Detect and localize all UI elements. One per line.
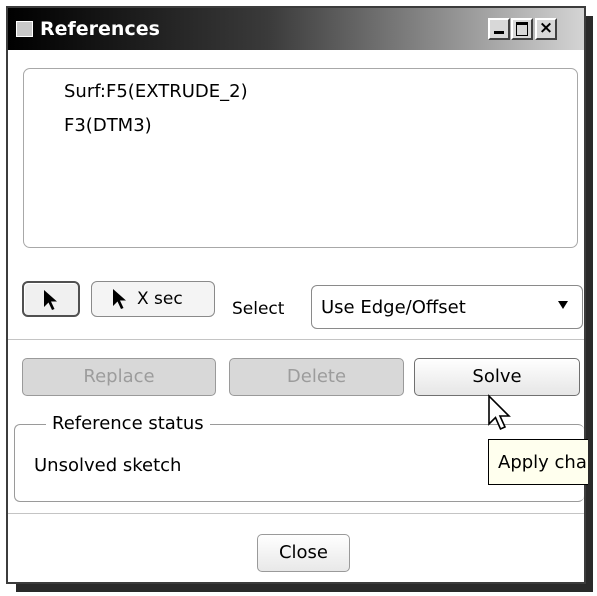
references-dialog: References × Surf:F5(EXTRUDE_2) F3(DTM3)… [6,6,588,584]
close-icon: × [538,18,554,38]
tooltip-text: Apply cha [498,452,587,473]
replace-button[interactable]: Replace [22,358,216,396]
close-button[interactable]: Close [257,534,350,572]
window-icon [16,21,33,37]
minimize-icon [494,31,504,34]
maximize-button[interactable] [511,18,533,40]
window-title: References [40,18,160,40]
select-reference-button[interactable] [22,281,80,317]
select-dropdown[interactable]: Use Edge/Offset [311,285,583,329]
mouse-cursor-icon [488,394,511,431]
select-label: Select [232,299,285,319]
title-bar[interactable]: References × [8,8,584,50]
xsec-button[interactable]: X sec [91,281,215,317]
arrow-cursor-icon [113,289,126,309]
divider [8,513,584,514]
list-item[interactable]: F3(DTM3) [64,115,152,136]
status-text: Unsolved sketch [34,455,182,476]
divider [8,339,584,340]
minimize-button[interactable] [488,18,510,40]
arrow-cursor-icon [44,290,57,310]
references-list[interactable]: Surf:F5(EXTRUDE_2) F3(DTM3) [23,68,578,248]
xsec-label: X sec [137,289,183,309]
reference-status-legend: Reference status [46,413,210,434]
dropdown-value: Use Edge/Offset [321,297,466,318]
tooltip: Apply cha [488,439,588,485]
list-item[interactable]: Surf:F5(EXTRUDE_2) [64,81,248,102]
solve-button[interactable]: Solve [414,358,580,396]
chevron-down-icon [558,301,568,309]
close-window-button[interactable]: × [535,18,557,40]
maximize-icon [516,22,528,36]
delete-button[interactable]: Delete [229,358,404,396]
